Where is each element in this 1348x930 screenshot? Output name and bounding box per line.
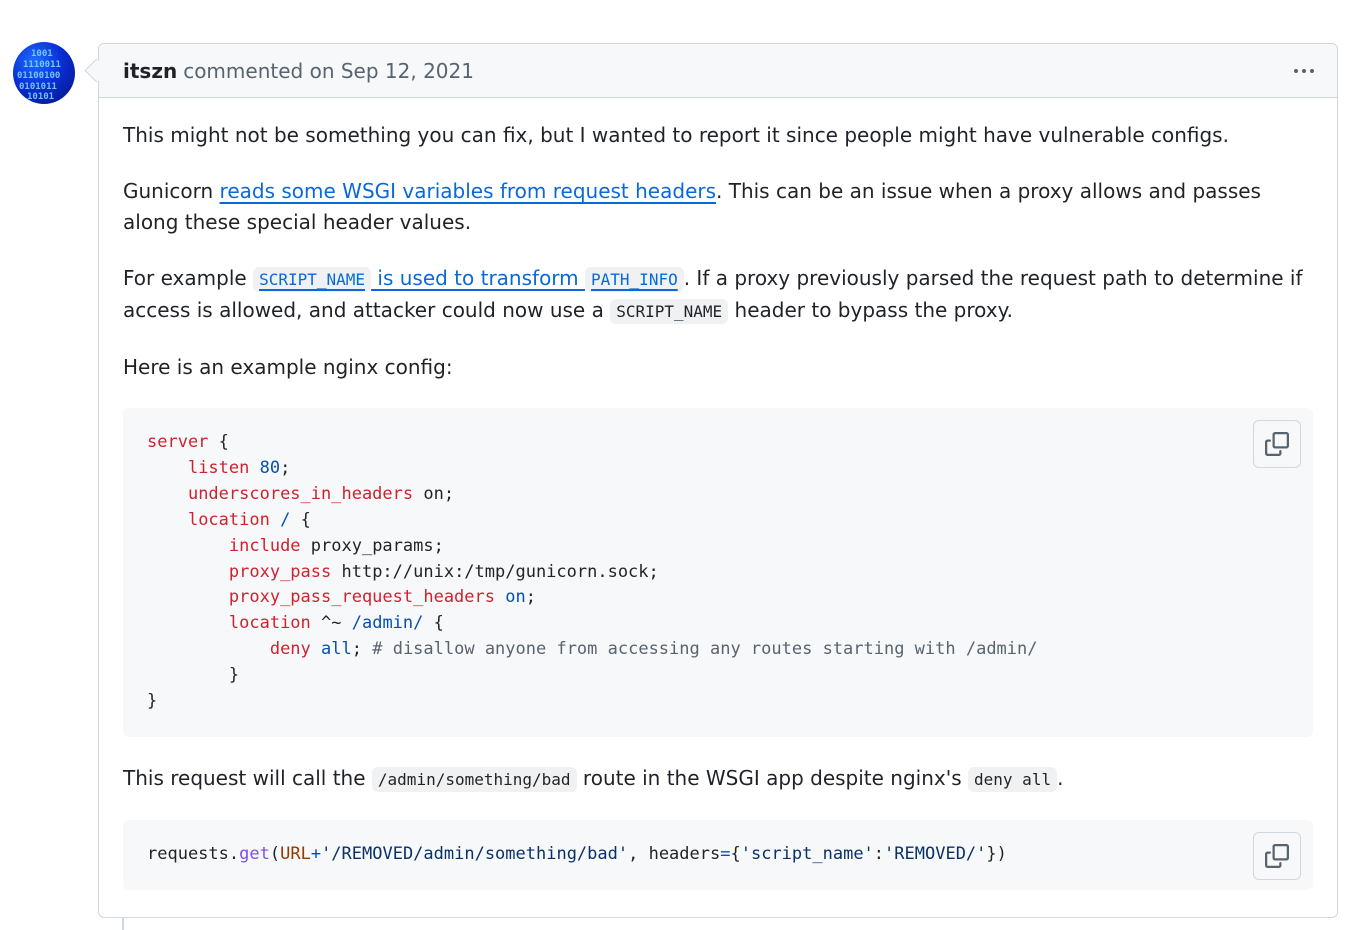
code-line: include proxy_params; bbox=[228, 535, 444, 556]
svg-text:1001: 1001 bbox=[31, 49, 53, 59]
paragraph-2: Gunicorn reads some WSGI variables from … bbox=[123, 176, 1313, 238]
code-block-python: requests.get(URL+'/REMOVED/admin/somethi… bbox=[123, 819, 1313, 890]
avatar[interactable]: 1001 1110011 01100100 0101011 10101 bbox=[13, 42, 75, 104]
code-line: proxy_pass http://unix:/tmp/gunicorn.soc… bbox=[228, 561, 659, 582]
code-block-nginx: server { listen 80; underscores_in_heade… bbox=[123, 408, 1313, 737]
code-line: underscores_in_headers on; bbox=[187, 483, 455, 504]
script-name-transform-link[interactable]: SCRIPT_NAME is used to transform PATH_IN… bbox=[253, 266, 684, 292]
text: . bbox=[1057, 765, 1064, 790]
text: route in the WSGI app despite nginx's bbox=[576, 765, 969, 790]
paragraph-3: For example SCRIPT_NAME is used to trans… bbox=[123, 263, 1313, 327]
svg-text:01100100: 01100100 bbox=[17, 71, 60, 81]
text: This request will call the bbox=[123, 765, 372, 790]
paragraph-4: Here is an example nginx config: bbox=[123, 355, 453, 379]
svg-text:1110011: 1110011 bbox=[23, 60, 61, 70]
code-content[interactable]: server { listen 80; underscores_in_heade… bbox=[123, 408, 1313, 737]
wsgi-headers-link[interactable]: reads some WSGI variables from request h… bbox=[220, 179, 716, 203]
copy-icon bbox=[1265, 432, 1289, 456]
inline-code: /admin/something/bad bbox=[371, 766, 577, 792]
comment-timestamp[interactable]: commented on Sep 12, 2021 bbox=[183, 59, 474, 83]
paragraph-1: This might not be something you can fix,… bbox=[123, 123, 1229, 147]
code-line: location / { bbox=[187, 509, 311, 530]
code-line: server { bbox=[147, 432, 229, 452]
code-line: } bbox=[147, 665, 240, 686]
code-line: proxy_pass_request_headers on; bbox=[228, 587, 536, 608]
code-line: listen 80; bbox=[187, 457, 291, 478]
copy-button[interactable] bbox=[1253, 420, 1301, 468]
svg-text:10101: 10101 bbox=[27, 92, 54, 102]
code-line: } bbox=[147, 691, 158, 712]
code-line: requests.get(URL+'/REMOVED/admin/somethi… bbox=[147, 843, 1007, 864]
svg-text:0101011: 0101011 bbox=[19, 82, 57, 92]
code-line: deny all; # disallow anyone from accessi… bbox=[269, 639, 1038, 660]
copy-icon bbox=[1265, 843, 1289, 868]
code-line: location ^~ /admin/ { bbox=[228, 613, 444, 634]
comment-box: itszn commented on Sep 12, 2021 This mig… bbox=[98, 43, 1338, 918]
text: header to bypass the proxy. bbox=[728, 298, 1013, 322]
avatar-image: 1001 1110011 01100100 0101011 10101 bbox=[17, 49, 61, 102]
comment-author[interactable]: itszn bbox=[123, 59, 177, 83]
kebab-horizontal-icon[interactable] bbox=[1289, 57, 1319, 85]
link-text: is used to transform bbox=[371, 266, 586, 290]
code-content[interactable]: requests.get(URL+'/REMOVED/admin/somethi… bbox=[123, 820, 1313, 890]
inline-code: SCRIPT_NAME bbox=[610, 299, 729, 324]
inline-code: deny all bbox=[968, 766, 1058, 792]
copy-button[interactable] bbox=[1253, 831, 1301, 880]
timeline-line bbox=[122, 918, 124, 930]
text: For example bbox=[123, 266, 254, 290]
inline-code: SCRIPT_NAME bbox=[253, 267, 372, 292]
text: Gunicorn bbox=[123, 179, 220, 203]
inline-code: PATH_INFO bbox=[585, 267, 684, 292]
comment-body: This might not be something you can fix,… bbox=[99, 98, 1337, 890]
comment-header: itszn commented on Sep 12, 2021 bbox=[99, 44, 1337, 98]
paragraph-5: This request will call the /admin/someth… bbox=[123, 763, 1313, 795]
